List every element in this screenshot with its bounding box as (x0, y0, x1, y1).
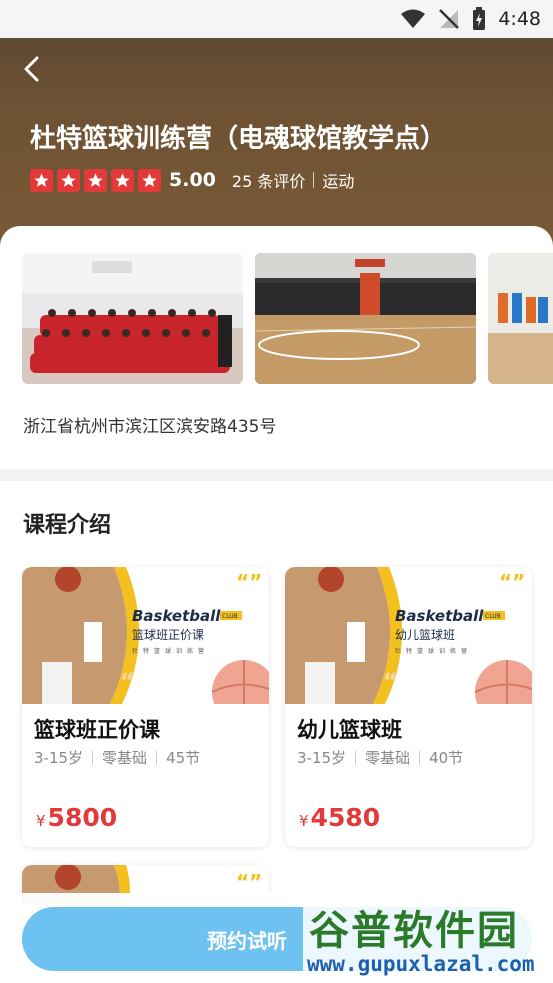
banner-title: Basketball (395, 607, 484, 625)
status-bar: 4:48 (0, 0, 553, 38)
battery-charging-icon (473, 7, 486, 30)
divider (419, 750, 421, 765)
category-tag: 运动 (322, 172, 355, 191)
no-signal-icon (439, 9, 460, 29)
banner-subtitle: 篮球班正价课 (132, 627, 204, 642)
back-button[interactable] (16, 52, 50, 86)
course-name: 篮球班正价课 (34, 718, 160, 742)
watermark-url: www.gupuxlazal.com (307, 952, 535, 976)
svg-text:“: “ (383, 670, 397, 695)
venue-photo-team[interactable] (22, 253, 243, 384)
banner-subtitle: 幼儿篮球班 (395, 627, 455, 642)
course-age: 3-15岁 (297, 749, 347, 767)
svg-text:“”: “” (499, 570, 525, 594)
rating-stars (30, 168, 161, 192)
course-lessons: 40节 (429, 749, 464, 767)
venue-info-card: 浙江省杭州市滨江区滨安路435号 (0, 226, 553, 469)
star-icon (84, 168, 107, 192)
divider (313, 172, 315, 188)
course-banner: “” “ Basketball CLUB 篮球班正价课 杜特篮球训练营 (22, 567, 269, 724)
svg-text:“”: “” (236, 570, 262, 594)
rating-row: 5.00 25 条评价 运动 (30, 168, 354, 192)
course-price: ¥ 5800 (36, 803, 117, 832)
banner-badge: CLUB (222, 613, 238, 620)
star-icon (111, 168, 134, 192)
price-amount: 4580 (310, 803, 381, 832)
banner-badge: CLUB (485, 613, 501, 620)
currency-symbol: ¥ (299, 812, 309, 830)
currency-symbol: ¥ (36, 812, 46, 830)
divider (92, 750, 94, 765)
venue-photo-court[interactable] (255, 253, 476, 384)
course-price: ¥ 4580 (299, 803, 380, 832)
venue-photo-training[interactable] (488, 253, 553, 384)
banner-org: 杜特篮球训练营 (132, 647, 209, 655)
status-icons: 4:48 (400, 6, 541, 32)
divider (355, 750, 357, 765)
wifi-icon (401, 9, 426, 28)
course-lessons: 45节 (166, 749, 201, 767)
watermark: 谷普软件园 www.gupuxlazal.com (303, 896, 553, 983)
star-icon (30, 168, 53, 192)
star-icon (57, 168, 80, 192)
price-amount: 5800 (47, 803, 118, 832)
clock: 4:48 (498, 8, 541, 30)
venue-detail-page: 4:48 杜特篮球训练营（电魂球馆教学点） 5.00 25 条评价 运动 浙江省… (0, 0, 553, 983)
course-name: 幼儿篮球班 (297, 718, 402, 742)
course-card[interactable]: “” “ Basketball CLUB 篮球班正价课 杜特篮球训练营 篮球班正… (22, 567, 269, 847)
chevron-left-icon (24, 56, 39, 82)
section-title: 课程介绍 (23, 513, 112, 538)
course-level: 零基础 (102, 749, 148, 767)
course-age: 3-15岁 (34, 749, 84, 767)
course-level: 零基础 (365, 749, 411, 767)
watermark-name: 谷普软件园 (309, 908, 519, 954)
divider (156, 750, 158, 765)
svg-text:“”: “” (236, 870, 262, 894)
venue-address[interactable]: 浙江省杭州市滨江区滨安路435号 (23, 412, 276, 437)
venue-title: 杜特篮球训练营（电魂球馆教学点） (30, 124, 447, 154)
svg-text:“: “ (120, 670, 134, 695)
banner-title: Basketball (132, 607, 221, 625)
rating-score: 5.00 (169, 169, 216, 191)
book-trial-label: 预约试听 (207, 928, 287, 953)
star-icon (138, 168, 161, 192)
banner-org: 杜特篮球训练营 (395, 647, 472, 655)
course-card[interactable]: “” “ Basketball CLUB 幼儿篮球班 杜特篮球训练营 幼儿篮球班… (285, 567, 532, 847)
course-meta: 3-15岁 零基础 45节 (34, 747, 200, 768)
course-banner: “” “ Basketball CLUB 幼儿篮球班 杜特篮球训练营 (285, 567, 532, 724)
course-meta: 3-15岁 零基础 40节 (297, 747, 463, 768)
review-count-link[interactable]: 25 条评价 (232, 168, 305, 192)
